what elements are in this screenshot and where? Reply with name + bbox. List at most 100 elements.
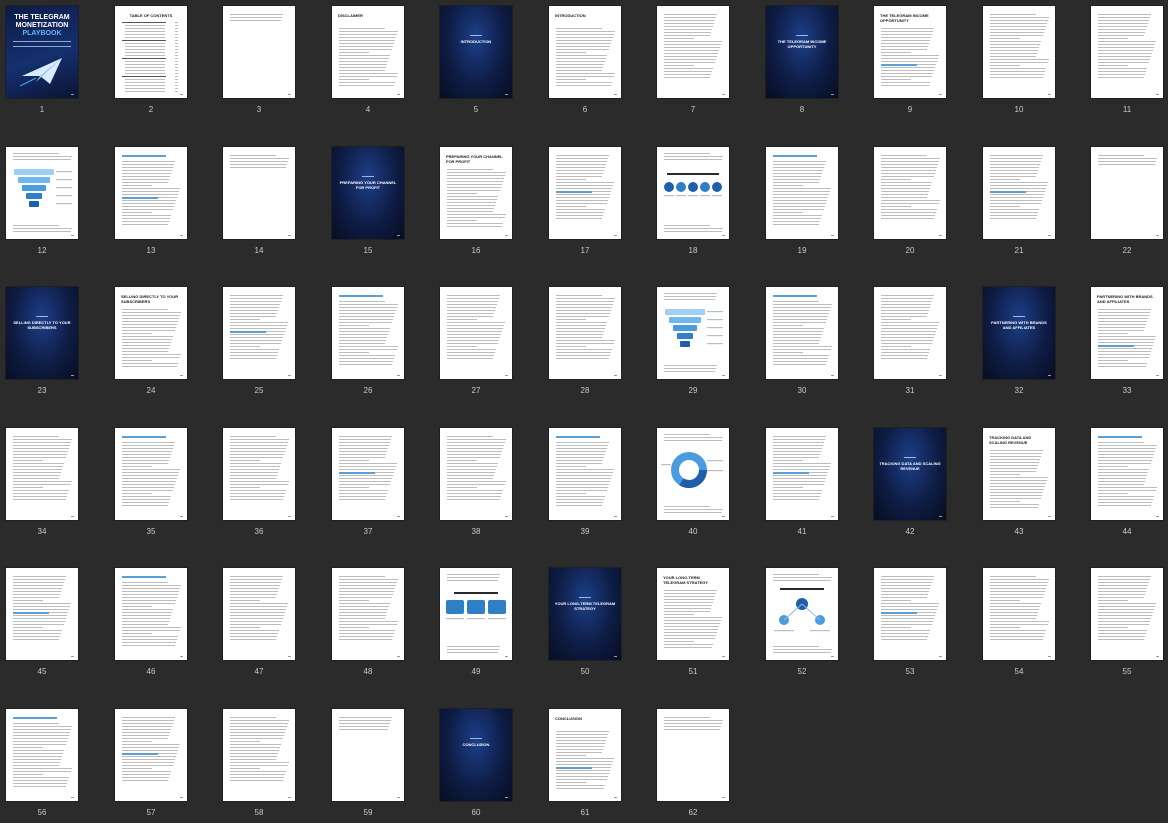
page-thumbnail[interactable]: THE TELEGRAM INCOME OPPORTUNITY 9 [874, 6, 946, 118]
page-thumbnail[interactable]: 48 [332, 568, 404, 680]
page-thumbnail[interactable]: 18 [657, 147, 729, 259]
page-preview[interactable] [766, 568, 838, 660]
page-thumbnail[interactable]: INTRODUCTION 6 [549, 6, 621, 118]
page-preview[interactable] [223, 287, 295, 379]
page-thumbnail[interactable]: 30 [766, 287, 838, 399]
page-preview[interactable] [223, 6, 295, 98]
page-preview[interactable]: PARTNERING WITH BRANDS AND AFFILIATES [1091, 287, 1163, 379]
page-thumbnail[interactable]: 36 [223, 428, 295, 540]
page-thumbnail[interactable]: INTRODUCTION 5 [440, 6, 512, 118]
page-thumbnail[interactable]: 55 [1091, 568, 1163, 680]
page-thumbnail[interactable]: 62 [657, 709, 729, 821]
page-preview[interactable]: INTRODUCTION [549, 6, 621, 98]
page-thumbnail[interactable]: 59 [332, 709, 404, 821]
page-thumbnail[interactable]: 45 [6, 568, 78, 680]
page-thumbnail[interactable]: 53 [874, 568, 946, 680]
page-thumbnail[interactable]: YOUR LONG-TERM TELEGRAM STRATEGY 50 [549, 568, 621, 680]
page-preview[interactable] [440, 428, 512, 520]
page-preview[interactable] [657, 147, 729, 239]
page-preview[interactable] [1091, 428, 1163, 520]
page-preview[interactable] [874, 147, 946, 239]
page-preview[interactable] [6, 147, 78, 239]
page-thumbnail[interactable]: TABLE OF CONTENTS 2 [115, 6, 187, 118]
page-preview[interactable] [983, 568, 1055, 660]
page-thumbnail[interactable]: 22 [1091, 147, 1163, 259]
page-preview[interactable] [657, 709, 729, 801]
page-thumbnail[interactable]: SELLING DIRECTLY TO YOUR SUBSCRIBERS 23 [6, 287, 78, 399]
page-thumbnail[interactable]: TRACKING DATA AND SCALING REVENUE 43 [983, 428, 1055, 540]
page-thumbnail[interactable]: 34 [6, 428, 78, 540]
page-thumbnail[interactable]: YOUR LONG-TERM TELEGRAM STRATEGY 51 [657, 568, 729, 680]
page-preview[interactable] [983, 6, 1055, 98]
page-thumbnail[interactable]: 19 [766, 147, 838, 259]
page-preview[interactable] [115, 428, 187, 520]
page-thumbnail[interactable]: 3 [223, 6, 295, 118]
page-preview[interactable] [6, 709, 78, 801]
page-thumbnail[interactable]: 25 [223, 287, 295, 399]
page-thumbnail[interactable]: THE TELEGRAM INCOME OPPORTUNITY 8 [766, 6, 838, 118]
page-preview[interactable]: PREPARING YOUR CHANNEL FOR PROFIT [332, 147, 404, 239]
page-thumbnail[interactable]: 11 [1091, 6, 1163, 118]
page-thumbnail[interactable]: 20 [874, 147, 946, 259]
page-thumbnail[interactable]: 17 [549, 147, 621, 259]
page-preview[interactable] [332, 709, 404, 801]
page-thumbnail[interactable]: 28 [549, 287, 621, 399]
page-thumbnail[interactable]: 29 [657, 287, 729, 399]
page-preview[interactable]: TABLE OF CONTENTS [115, 6, 187, 98]
page-thumbnail[interactable]: 57 [115, 709, 187, 821]
page-preview[interactable]: CONCLUSION [440, 709, 512, 801]
page-preview[interactable] [115, 568, 187, 660]
page-preview[interactable] [440, 287, 512, 379]
page-thumbnail[interactable]: PARTNERING WITH BRANDS AND AFFILIATES 32 [983, 287, 1055, 399]
page-preview[interactable]: SELLING DIRECTLY TO YOUR SUBSCRIBERS [6, 287, 78, 379]
page-thumbnail[interactable]: 47 [223, 568, 295, 680]
page-preview[interactable]: THE TELEGRAM INCOME OPPORTUNITY [766, 6, 838, 98]
page-preview[interactable]: INTRODUCTION [440, 6, 512, 98]
page-preview[interactable]: CONCLUSION [549, 709, 621, 801]
page-preview[interactable] [223, 568, 295, 660]
page-preview[interactable] [6, 428, 78, 520]
page-preview[interactable] [549, 287, 621, 379]
page-thumbnail[interactable]: 40 [657, 428, 729, 540]
page-thumbnail[interactable]: 38 [440, 428, 512, 540]
page-thumbnail[interactable]: 49 [440, 568, 512, 680]
page-thumbnail[interactable]: 56 [6, 709, 78, 821]
page-thumbnail[interactable]: 41 [766, 428, 838, 540]
page-thumbnail[interactable]: 12 [6, 147, 78, 259]
page-preview[interactable] [766, 428, 838, 520]
page-preview[interactable]: SELLING DIRECTLY TO YOUR SUBSCRIBERS [115, 287, 187, 379]
page-thumbnail[interactable]: DISCLAIMER 4 [332, 6, 404, 118]
page-thumbnail[interactable]: 7 [657, 6, 729, 118]
page-preview[interactable] [549, 147, 621, 239]
page-thumbnail[interactable]: 14 [223, 147, 295, 259]
page-preview[interactable] [223, 428, 295, 520]
page-preview[interactable]: TRACKING DATA AND SCALING REVENUE [874, 428, 946, 520]
page-preview[interactable] [1091, 6, 1163, 98]
page-preview[interactable] [440, 568, 512, 660]
page-preview[interactable] [223, 709, 295, 801]
page-thumbnail[interactable]: 54 [983, 568, 1055, 680]
page-preview[interactable]: THE TELEGRAM MONETIZATION PLAYBOOK [6, 6, 78, 98]
page-thumbnail[interactable]: CONCLUSION 61 [549, 709, 621, 821]
page-thumbnail[interactable]: 35 [115, 428, 187, 540]
page-preview[interactable] [332, 428, 404, 520]
page-thumbnail[interactable]: THE TELEGRAM MONETIZATION PLAYBOOK 1 [6, 6, 78, 118]
page-thumbnail[interactable]: 44 [1091, 428, 1163, 540]
page-preview[interactable]: THE TELEGRAM INCOME OPPORTUNITY [874, 6, 946, 98]
page-preview[interactable] [332, 568, 404, 660]
page-preview[interactable] [874, 568, 946, 660]
page-preview[interactable]: YOUR LONG-TERM TELEGRAM STRATEGY [549, 568, 621, 660]
page-preview[interactable] [332, 287, 404, 379]
page-thumbnail[interactable]: 31 [874, 287, 946, 399]
page-preview[interactable] [6, 568, 78, 660]
page-preview[interactable]: DISCLAIMER [332, 6, 404, 98]
page-preview[interactable] [657, 428, 729, 520]
page-preview[interactable] [115, 147, 187, 239]
page-thumbnail[interactable]: 37 [332, 428, 404, 540]
page-thumbnail[interactable]: 52 [766, 568, 838, 680]
page-preview[interactable] [766, 147, 838, 239]
page-thumbnail[interactable]: 10 [983, 6, 1055, 118]
page-thumbnail[interactable]: 27 [440, 287, 512, 399]
page-preview[interactable] [223, 147, 295, 239]
page-preview[interactable]: TRACKING DATA AND SCALING REVENUE [983, 428, 1055, 520]
